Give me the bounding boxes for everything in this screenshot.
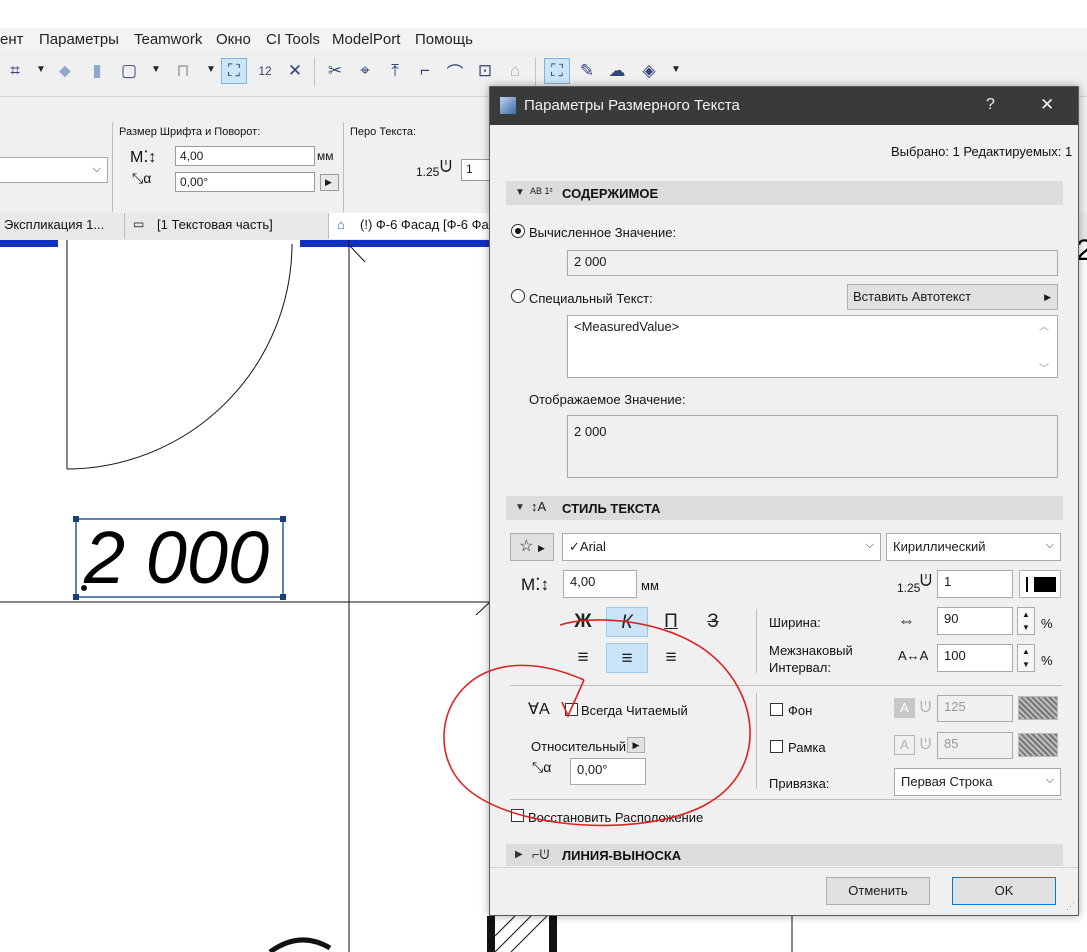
red-annotation-overlay xyxy=(443,619,751,827)
red-annotation-circle xyxy=(443,619,751,827)
red-checkmark xyxy=(561,679,585,718)
